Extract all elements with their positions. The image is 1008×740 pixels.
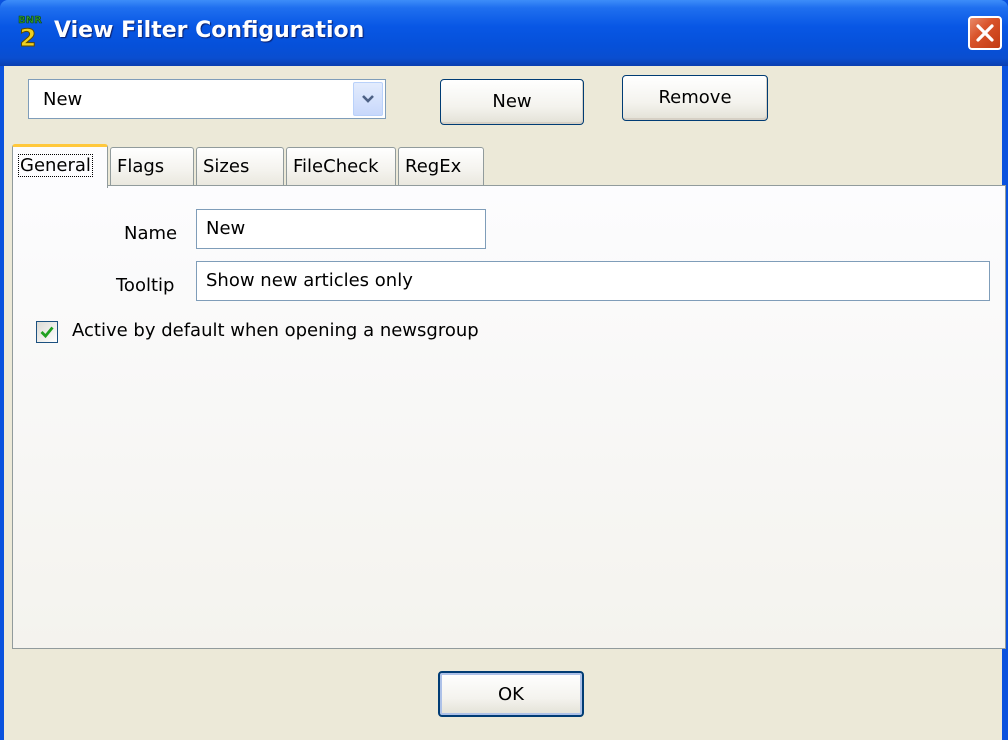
tab-flags[interactable]: Flags <box>110 147 194 185</box>
name-field[interactable]: New <box>196 209 486 249</box>
window-title: View Filter Configuration <box>54 18 365 43</box>
tab-filecheck-label: FileCheck <box>293 156 379 177</box>
chevron-down-icon <box>362 95 374 103</box>
filter-select-dropdown-button[interactable] <box>353 82 383 116</box>
view-filter-configuration-window: BNR 2 View Filter Configuration New New … <box>0 0 1008 740</box>
filter-select-value: New <box>43 89 83 110</box>
checkmark-icon <box>40 326 54 339</box>
bnr2-app-icon: BNR 2 <box>18 15 43 50</box>
tab-flags-label: Flags <box>117 156 165 177</box>
svg-text:2: 2 <box>20 24 37 50</box>
tooltip-field-value: Show new articles only <box>206 270 413 291</box>
tab-general[interactable]: General <box>12 144 108 188</box>
tab-sizes[interactable]: Sizes <box>196 147 284 185</box>
general-tab-panel <box>12 185 1006 649</box>
name-field-value: New <box>206 218 246 239</box>
close-button[interactable] <box>968 16 1002 50</box>
tab-regex-label: RegEx <box>405 156 462 177</box>
active-by-default-label[interactable]: Active by default when opening a newsgro… <box>72 320 479 341</box>
ok-button[interactable]: OK <box>438 671 584 717</box>
tab-filecheck[interactable]: FileCheck <box>286 147 396 185</box>
new-filter-button[interactable]: New <box>440 79 584 125</box>
tooltip-label: Tooltip <box>116 275 175 296</box>
name-label: Name <box>124 223 178 244</box>
filter-select[interactable]: New <box>28 79 386 119</box>
tab-general-label: General <box>18 154 93 177</box>
tab-sizes-label: Sizes <box>203 156 250 177</box>
tooltip-field[interactable]: Show new articles only <box>196 261 990 301</box>
close-icon <box>976 24 994 42</box>
remove-filter-button[interactable]: Remove <box>622 75 768 121</box>
tab-regex[interactable]: RegEx <box>398 147 484 185</box>
title-bar[interactable]: BNR 2 View Filter Configuration <box>0 0 1008 66</box>
active-by-default-checkbox[interactable] <box>36 321 58 343</box>
